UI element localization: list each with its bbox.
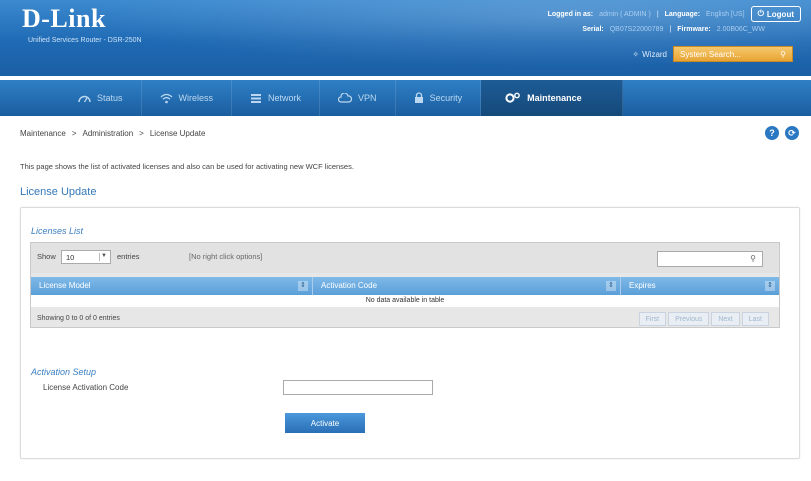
nav-item-network[interactable]: Network xyxy=(232,80,321,116)
wifi-icon xyxy=(160,93,173,104)
pagination: First Previous Next Last xyxy=(638,312,769,326)
gears-icon xyxy=(505,92,521,104)
power-icon: ⏻ xyxy=(757,9,764,18)
logged-in-user: admin ( ADMIN ) xyxy=(599,10,651,18)
firmware-value: 2.00B06C_WW xyxy=(716,26,765,33)
breadcrumb: Maintenance > Administration > License U… xyxy=(20,129,205,138)
licenses-list-title: Licenses List xyxy=(31,226,84,236)
nav-item-wireless[interactable]: Wireless xyxy=(142,80,233,116)
serial-label: Serial: xyxy=(582,26,604,33)
column-header-license-model[interactable]: License Model ⇕ xyxy=(31,277,313,295)
separator: | xyxy=(669,26,672,33)
nav-label: Network xyxy=(268,93,302,103)
column-label: Expires xyxy=(629,281,656,290)
chevron-down-icon: ▼ xyxy=(99,253,108,261)
previous-page-button[interactable]: Previous xyxy=(668,312,710,326)
license-update-panel: Licenses List Show 10 ▼ entries [No righ… xyxy=(20,207,800,459)
cloud-icon xyxy=(338,93,353,103)
refresh-icon[interactable]: ⟳ xyxy=(785,126,799,140)
dlink-logo[interactable]: D-Link xyxy=(22,4,106,34)
table-search-input[interactable]: ⚲ xyxy=(657,251,763,267)
breadcrumb-item: License Update xyxy=(149,129,206,138)
license-activation-code-input[interactable] xyxy=(283,380,433,395)
column-header-activation-code[interactable]: Activation Code ⇕ xyxy=(313,277,621,295)
device-info: Serial: QB07S22000789 | Firmware: 2.00B0… xyxy=(582,26,765,33)
last-page-button[interactable]: Last xyxy=(741,312,769,326)
system-search-placeholder: System Search... xyxy=(680,49,741,59)
header-banner: D-Link Unified Services Router - DSR-250… xyxy=(0,0,811,76)
page-description: This page shows the list of activated li… xyxy=(20,162,354,171)
column-label: License Model xyxy=(39,281,91,290)
page-title: License Update xyxy=(20,186,97,198)
help-icon[interactable]: ? xyxy=(765,126,779,140)
activate-button[interactable]: Activate xyxy=(285,413,365,433)
search-icon: ⚲ xyxy=(750,254,756,263)
nav-item-status[interactable]: Status xyxy=(60,80,142,116)
nav-label: VPN xyxy=(358,93,377,103)
first-page-button[interactable]: First xyxy=(638,312,667,326)
separator: | xyxy=(656,10,659,18)
sort-icon[interactable]: ⇕ xyxy=(298,281,308,291)
wizard-wand-icon: ✧ xyxy=(632,49,640,59)
product-subtitle: Unified Services Router - DSR-250N xyxy=(28,37,142,44)
wizard-link[interactable]: ✧ Wizard xyxy=(632,50,667,59)
column-label: Activation Code xyxy=(321,281,378,290)
firmware-label: Firmware: xyxy=(677,26,711,33)
activation-setup-title: Activation Setup xyxy=(31,367,97,377)
nav-label: Status xyxy=(97,93,123,103)
empty-table-message: No data available in table xyxy=(31,295,779,307)
entries-per-page-select[interactable]: 10 ▼ xyxy=(61,250,111,264)
wizard-label: Wizard xyxy=(642,49,667,59)
nav-label: Maintenance xyxy=(527,93,582,103)
language-select[interactable]: English [US] xyxy=(706,11,745,18)
nav-label: Security xyxy=(429,93,463,103)
sort-icon[interactable]: ⇕ xyxy=(765,281,775,291)
nav-label: Wireless xyxy=(178,93,214,103)
serial-value: QB07S22000789 xyxy=(609,26,664,33)
language-label: Language: xyxy=(664,10,701,18)
right-click-note: [No right click options] xyxy=(189,252,263,261)
header-tools: ✧ Wizard System Search... ⚲ xyxy=(632,46,793,62)
breadcrumb-item[interactable]: Administration xyxy=(82,129,133,138)
breadcrumb-item[interactable]: Maintenance xyxy=(20,129,66,138)
logout-label: Logout xyxy=(766,9,794,19)
breadcrumb-separator: > xyxy=(139,129,144,138)
logged-in-label: Logged in as: xyxy=(547,10,594,18)
dashboard-icon xyxy=(78,93,91,103)
entries-label: entries xyxy=(117,252,140,261)
lock-icon xyxy=(414,92,424,104)
main-nav: Status Wireless Network VPN Security Mai… xyxy=(0,80,811,116)
session-bar: Logged in as: admin ( ADMIN ) | Language… xyxy=(548,6,801,22)
nav-item-vpn[interactable]: VPN xyxy=(320,80,396,116)
page-tools: ? ⟳ xyxy=(765,126,799,140)
table-info: Showing 0 to 0 of 0 entries xyxy=(37,315,120,322)
nav-item-security[interactable]: Security xyxy=(396,80,482,116)
show-label: Show xyxy=(37,252,56,261)
table-header: License Model ⇕ Activation Code ⇕ Expire… xyxy=(31,277,779,295)
entries-per-page-value: 10 xyxy=(66,252,75,262)
license-activation-code-label: License Activation Code xyxy=(43,383,129,392)
logout-button[interactable]: ⏻ Logout xyxy=(750,6,801,22)
search-icon[interactable]: ⚲ xyxy=(780,50,786,59)
network-icon xyxy=(250,93,262,104)
breadcrumb-separator: > xyxy=(71,129,77,138)
next-page-button[interactable]: Next xyxy=(711,312,740,326)
column-header-expires[interactable]: Expires ⇕ xyxy=(621,277,779,295)
sort-icon[interactable]: ⇕ xyxy=(606,281,616,291)
nav-item-maintenance[interactable]: Maintenance xyxy=(481,80,623,116)
system-search-input[interactable]: System Search... ⚲ xyxy=(673,46,793,62)
licenses-table: Show 10 ▼ entries [No right click option… xyxy=(30,242,780,328)
